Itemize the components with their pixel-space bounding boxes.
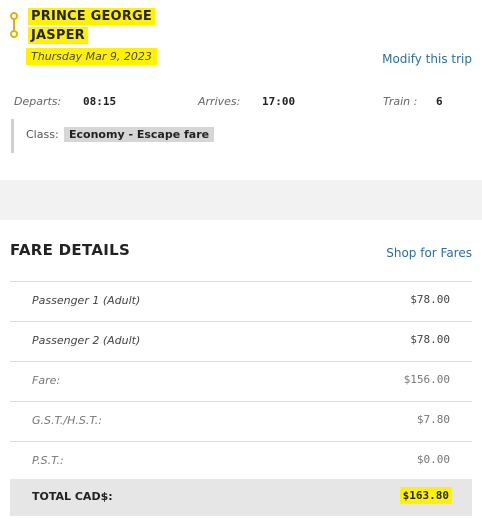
trip-date: Thursday Mar 9, 2023 xyxy=(26,48,157,65)
fare-table: Passenger 1 (Adult) $78.00 Passenger 2 (… xyxy=(10,281,472,481)
shop-for-fares-link[interactable]: Shop for Fares xyxy=(386,246,472,260)
arrives-time-wrap: 17:00 xyxy=(262,95,295,108)
fare-total-row: TOTAL CAD$: $163.80 xyxy=(10,479,472,516)
departs-time: 08:15 xyxy=(83,95,117,108)
fare-row-label: P.S.T.: xyxy=(32,454,64,467)
train-number: 6 xyxy=(436,95,443,108)
fare-row-fare: Fare: $156.00 xyxy=(10,361,472,401)
class-info: Class: Economy - Escape fare xyxy=(11,119,271,153)
train-info: Train : xyxy=(383,95,417,108)
fare-row-label: Fare: xyxy=(32,374,61,387)
departs-time-wrap: 08:15 xyxy=(83,95,116,108)
route-icon xyxy=(10,12,18,38)
total-label: TOTAL CAD$: xyxy=(32,490,113,503)
train-label: Train : xyxy=(383,95,418,108)
fare-row-amount: $156.00 xyxy=(403,373,450,386)
arrives-time: 17:00 xyxy=(262,95,296,108)
fare-row-amount: $7.80 xyxy=(416,413,450,426)
fare-row-passenger-1: Passenger 1 (Adult) $78.00 xyxy=(10,281,472,321)
arrives-label: Arrives: xyxy=(198,95,241,108)
total-amount: $163.80 xyxy=(399,487,452,504)
destination-station: JASPER xyxy=(28,27,88,44)
origin-station: PRINCE GEORGE xyxy=(28,8,155,25)
fare-row-label: G.S.T./H.S.T.: xyxy=(32,414,102,427)
fare-row-passenger-2: Passenger 2 (Adult) $78.00 xyxy=(10,321,472,361)
fare-row-label: Passenger 2 (Adult) xyxy=(32,334,141,347)
modify-trip-link[interactable]: Modify this trip xyxy=(382,52,472,66)
departs-info: Departs: xyxy=(14,95,61,108)
fare-row-amount: $78.00 xyxy=(410,293,450,306)
class-label: Class: xyxy=(26,128,59,141)
fare-row-label: Passenger 1 (Adult) xyxy=(32,294,141,307)
train-number-wrap: 6 xyxy=(436,95,443,108)
fare-row-amount: $78.00 xyxy=(410,333,450,346)
departs-label: Departs: xyxy=(14,95,62,108)
class-value: Economy - Escape fare xyxy=(64,127,215,142)
arrives-info: Arrives: xyxy=(198,95,240,108)
fare-details-title: FARE DETAILS xyxy=(10,241,131,259)
section-divider xyxy=(0,180,482,220)
trip-summary: PRINCE GEORGE JASPER Thursday Mar 9, 202… xyxy=(0,0,482,180)
fare-row-amount: $0.00 xyxy=(416,453,450,466)
fare-row-pst: P.S.T.: $0.00 xyxy=(10,441,472,481)
fare-row-gst: G.S.T./H.S.T.: $7.80 xyxy=(10,401,472,441)
